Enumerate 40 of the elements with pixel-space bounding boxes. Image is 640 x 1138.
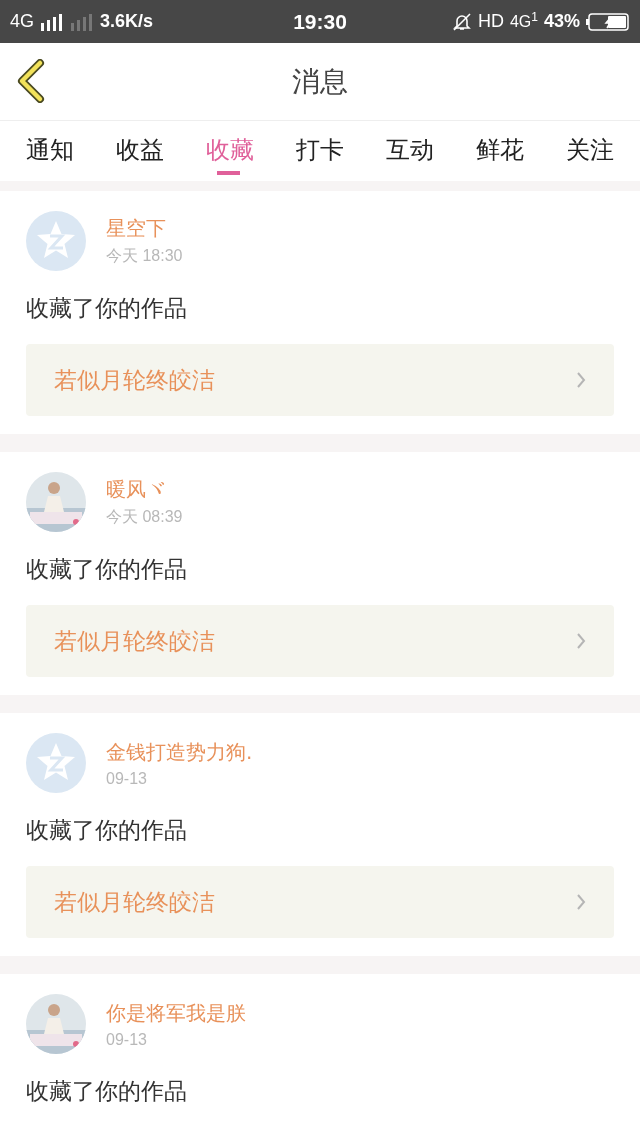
network-label: 4G: [509, 12, 532, 31]
tab[interactable]: 收益: [112, 121, 168, 175]
message-time: 09-13: [106, 769, 148, 788]
message-text: 收藏了你的作品: [26, 816, 188, 845]
tab[interactable]: 通知: [22, 121, 78, 175]
message-time: 09-13: [106, 1030, 148, 1049]
user-name[interactable]: 金钱打造势力狗.: [106, 738, 253, 766]
page-title: 消息: [292, 63, 348, 100]
chevron-right-icon: [576, 893, 586, 911]
battery-icon: [586, 11, 630, 32]
back-button[interactable]: [16, 59, 46, 103]
tab[interactable]: 关注: [562, 121, 618, 175]
battery-percent: 43%: [543, 11, 580, 32]
message-text: 收藏了你的作品: [26, 294, 188, 323]
work-link[interactable]: 若似月轮终皎洁: [26, 344, 614, 416]
hd-label: HD: [477, 11, 504, 32]
user-name[interactable]: 暖风ヾ: [106, 476, 183, 503]
mute-bell-icon: [451, 11, 472, 32]
default-avatar-icon: [26, 733, 86, 793]
sim-label: 1: [531, 9, 538, 24]
tab[interactable]: 收藏: [202, 121, 258, 175]
user-name[interactable]: 星空下: [106, 215, 183, 242]
message-text: 收藏了你的作品: [26, 1077, 188, 1106]
tab[interactable]: 打卡: [292, 121, 348, 175]
clock: 19:30: [293, 9, 347, 34]
work-link[interactable]: 若似月轮终皎洁: [26, 605, 614, 677]
network-speed: 3.6K/s: [100, 11, 154, 32]
message-text: 收藏了你的作品: [26, 555, 188, 584]
work-link[interactable]: 若似月轮终皎洁: [26, 866, 614, 938]
signal-icon: [40, 12, 64, 31]
tab[interactable]: 鲜花: [472, 121, 528, 175]
signal-icon: [70, 12, 94, 31]
default-avatar-icon: [26, 211, 86, 271]
user-name[interactable]: 你是将军我是朕: [106, 999, 246, 1027]
chevron-right-icon: [576, 371, 586, 389]
message-time: 今天 08:39: [106, 507, 183, 527]
message-time: 今天 18:30: [106, 246, 183, 266]
tab[interactable]: 互动: [382, 121, 438, 175]
chevron-right-icon: [576, 632, 586, 650]
network-label: 4G: [10, 11, 34, 32]
